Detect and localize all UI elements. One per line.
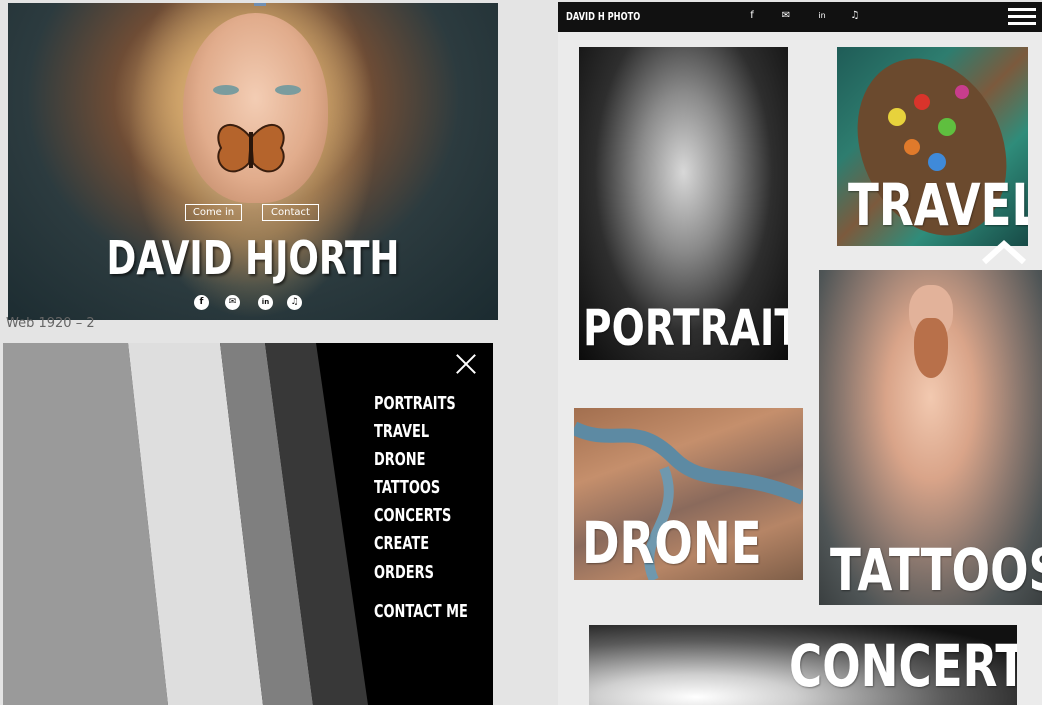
music-icon[interactable]: ♫	[848, 10, 862, 22]
drone-card-label: DRONE	[582, 509, 762, 577]
travel-card[interactable]: TRAVEL	[837, 47, 1028, 246]
music-icon[interactable]: ♫	[287, 295, 302, 310]
tattoos-card-label: TATTOOS	[830, 536, 1042, 604]
site-artboard: DAVID H PHOTO f ✉ in ♫ PORTRAITS TRAVEL …	[558, 2, 1042, 705]
linkedin-icon[interactable]: in	[815, 10, 829, 22]
menu-artboard: PORTRAITS TRAVEL DRONE TATTOOS CONCERTS …	[3, 343, 493, 705]
travel-card-label: TRAVEL	[848, 171, 1028, 239]
menu-item-contact[interactable]: CONTACT ME	[374, 601, 468, 622]
hero-title: DAVID HJORTH	[106, 231, 400, 285]
butterfly-icon	[217, 124, 285, 173]
facebook-icon[interactable]: f	[194, 295, 209, 310]
close-icon[interactable]	[453, 351, 479, 377]
menu-item-concerts[interactable]: CONCERTS	[374, 505, 451, 526]
menu-item-create[interactable]: CREATE	[374, 533, 429, 554]
portraits-card[interactable]: PORTRAITS	[579, 47, 788, 360]
artboard-caption: Web 1920 – 2	[6, 316, 95, 331]
concerts-card[interactable]: CONCERTS	[589, 625, 1017, 705]
menu-item-tattoos[interactable]: TATTOOS	[374, 477, 440, 498]
come-in-button[interactable]: Come in	[185, 204, 242, 221]
eye-right	[275, 85, 301, 95]
top-bar: DAVID H PHOTO f ✉ in ♫	[558, 2, 1042, 32]
concerts-card-label: CONCERTS	[789, 632, 1017, 700]
menu-item-portraits[interactable]: PORTRAITS	[374, 393, 456, 414]
tattoos-card[interactable]: TATTOOS	[819, 270, 1042, 605]
portraits-card-label: PORTRAITS	[583, 299, 788, 357]
menu-item-orders[interactable]: ORDERS	[374, 562, 434, 583]
hamburger-menu-icon[interactable]	[1008, 8, 1036, 26]
mail-icon[interactable]: ✉	[225, 295, 240, 310]
chevron-up-icon[interactable]	[980, 238, 1028, 266]
eye-left	[213, 85, 239, 95]
facebook-icon[interactable]: f	[745, 10, 759, 22]
menu-item-travel[interactable]: TRAVEL	[374, 421, 429, 442]
contact-button[interactable]: Contact	[262, 204, 319, 221]
hero-artboard: Come in Contact DAVID HJORTH f ✉ in ♫	[8, 3, 498, 320]
brand-logo[interactable]: DAVID H PHOTO	[566, 10, 640, 23]
menu-item-drone[interactable]: DRONE	[374, 449, 425, 470]
mail-icon[interactable]: ✉	[779, 10, 793, 22]
tattoos-beard	[914, 318, 948, 378]
linkedin-icon[interactable]: in	[258, 295, 273, 310]
drone-card[interactable]: DRONE	[574, 408, 803, 580]
